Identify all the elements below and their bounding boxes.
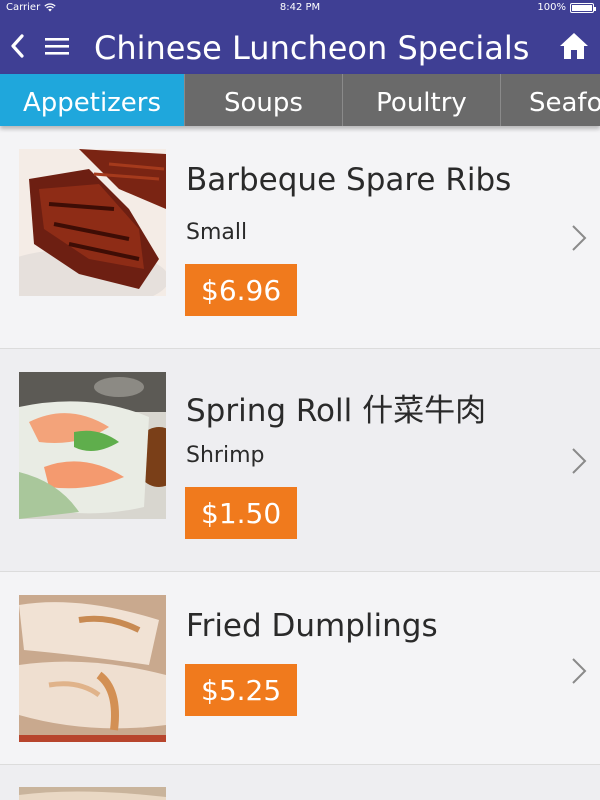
item-name: Spring Roll 什菜牛肉 [186,393,487,429]
list-item[interactable]: Barbeque Spare Ribs Small $6.96 [0,126,600,349]
back-button[interactable] [6,31,28,61]
item-name: Barbeque Spare Ribs [186,162,512,198]
tab-soups[interactable]: Soups [185,74,343,126]
chevron-right-icon [572,225,587,251]
nav-bar: Chinese Luncheon Specials [0,18,600,74]
item-size: Small [186,220,248,245]
item-photo-spring-roll [19,372,166,519]
status-bar: Carrier 8:42 PM 100% [0,0,600,18]
list-item[interactable]: Fried Dumplings $5.25 [0,572,600,765]
item-name: Fried Dumplings [186,608,438,644]
status-right: 100% [537,2,596,13]
item-photo-dumplings [19,595,166,742]
page-title: Chinese Luncheon Specials [94,29,530,67]
list-item[interactable] [0,765,600,800]
menu-button[interactable] [42,31,72,61]
chevron-right-icon [572,448,587,474]
status-time: 8:42 PM [279,2,321,13]
tab-appetizers[interactable]: Appetizers [0,74,185,126]
battery-percent: 100% [537,2,566,13]
tab-seafood[interactable]: Seafood [501,74,600,126]
home-button[interactable] [558,30,590,62]
chevron-right-icon [572,658,587,684]
item-photo [19,787,166,800]
chevron-left-icon [11,34,24,58]
battery-icon [570,2,596,13]
item-size: Shrimp [186,443,265,468]
price-badge: $5.25 [185,664,298,716]
home-icon [560,33,588,59]
category-tab-bar: Appetizers Soups Poultry Seafood [0,74,600,126]
price-badge: $1.50 [185,487,298,539]
tab-poultry[interactable]: Poultry [343,74,501,126]
hamburger-menu-icon [45,38,69,55]
menu-item-list: Barbeque Spare Ribs Small $6.96 Spring R… [0,126,600,800]
list-item[interactable]: Spring Roll 什菜牛肉 Shrimp $1.50 [0,349,600,572]
item-photo-ribs [19,149,166,296]
price-badge: $6.96 [185,264,298,316]
